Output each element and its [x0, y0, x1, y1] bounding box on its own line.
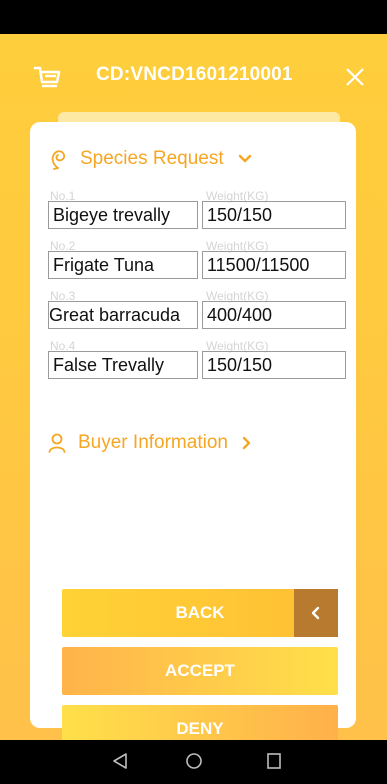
species-row: No.1 Weight(KG) Bigeye trevally 150/150 [48, 189, 348, 239]
weight-field[interactable]: 400/400 [202, 301, 346, 329]
back-button[interactable]: BACK [62, 589, 338, 637]
back-arrow [294, 589, 338, 637]
status-bar [0, 0, 387, 34]
accept-button-label: ACCEPT [165, 661, 235, 680]
deny-button-label: DENY [176, 719, 224, 738]
species-request-header[interactable]: Species Request [48, 148, 264, 170]
cart-icon[interactable] [33, 65, 61, 89]
species-list: No.1 Weight(KG) Bigeye trevally 150/150 … [48, 189, 348, 389]
close-icon[interactable] [343, 65, 367, 89]
system-nav-bar [0, 740, 387, 784]
weight-field[interactable]: 150/150 [202, 201, 346, 229]
header: CD:VNCD1601210001 [0, 34, 387, 124]
species-request-label: Species Request [80, 148, 224, 169]
weight-field[interactable]: 11500/11500 [202, 251, 346, 279]
user-icon [48, 433, 66, 453]
species-name-field[interactable]: False Trevally [48, 351, 198, 379]
chevron-left-icon [311, 606, 320, 620]
species-name-field[interactable]: Frigate Tuna [48, 251, 198, 279]
back-button-label: BACK [175, 603, 225, 622]
weight-field[interactable]: 150/150 [202, 351, 346, 379]
species-name-field[interactable]: Great barracuda [48, 301, 198, 329]
buyer-information-label: Buyer Information [78, 432, 228, 453]
fish-icon [51, 150, 66, 170]
page-title: CD:VNCD1601210001 [96, 64, 293, 85]
species-row: No.3 Weight(KG) Great barracuda 400/400 [48, 289, 348, 339]
chevron-down-icon [238, 154, 251, 163]
accept-button[interactable]: ACCEPT [62, 647, 338, 695]
recents-nav-icon[interactable] [266, 752, 282, 770]
species-row: No.2 Weight(KG) Frigate Tuna 11500/11500 [48, 239, 348, 289]
back-nav-icon[interactable] [112, 752, 128, 770]
species-row: No.4 Weight(KG) False Trevally 150/150 [48, 339, 348, 389]
chevron-right-icon [242, 436, 251, 450]
app-screen: CD:VNCD1601210001 Species Request No.1 W… [0, 34, 387, 753]
content-card: Species Request No.1 Weight(KG) Bigeye t… [30, 122, 356, 753]
species-name-field[interactable]: Bigeye trevally [48, 201, 198, 229]
home-nav-icon[interactable] [185, 752, 203, 770]
buyer-information-header[interactable]: Buyer Information [48, 432, 264, 454]
